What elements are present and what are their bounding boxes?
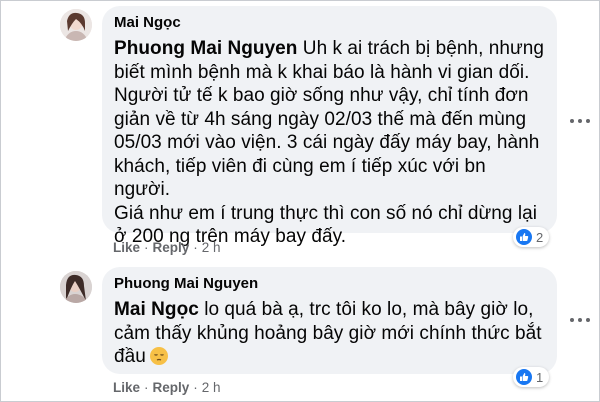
- reaction-summary[interactable]: 1: [513, 367, 550, 387]
- reaction-summary[interactable]: 2: [513, 227, 550, 247]
- separator-dot: ·: [144, 380, 149, 395]
- like-button[interactable]: Like: [113, 380, 140, 395]
- more-options-icon[interactable]: [570, 117, 590, 125]
- comment-author[interactable]: Phuong Mai Nguyen: [114, 275, 545, 293]
- comment-bubble: Mai Ngọc Phuong Mai Nguyen Uh k ai trách…: [102, 6, 557, 247]
- separator-dot: ·: [193, 240, 198, 255]
- reply-button[interactable]: Reply: [153, 380, 190, 395]
- timestamp[interactable]: 2 h: [202, 380, 221, 395]
- separator-dot: ·: [193, 380, 198, 395]
- pensive-face-emoji: [149, 347, 168, 365]
- like-icon: [516, 369, 532, 385]
- avatar-photo: [60, 271, 92, 303]
- avatar[interactable]: [60, 9, 92, 41]
- comment-thread: Mai Ngọc Phuong Mai Nguyen Uh k ai trách…: [0, 0, 600, 402]
- comment-bubble: Phuong Mai Nguyen Mai Ngọc lo quá bà ạ, …: [102, 267, 557, 374]
- more-options-icon[interactable]: [570, 316, 590, 324]
- comment-text: Phuong Mai Nguyen Uh k ai trách bị bệnh,…: [114, 37, 545, 249]
- comment-body: Uh k ai trách bị bệnh, nhưng biết mình b…: [114, 38, 545, 247]
- comment-text: Mai Ngọc lo quá bà ạ, trc tôi ko lo, mà …: [114, 298, 545, 369]
- reply-button[interactable]: Reply: [153, 240, 190, 255]
- comment-actions: Like · Reply · 2 h: [113, 380, 221, 395]
- mention-tag[interactable]: Phuong Mai Nguyen: [114, 38, 297, 59]
- timestamp[interactable]: 2 h: [202, 240, 221, 255]
- avatar[interactable]: [60, 271, 92, 303]
- reaction-count: 2: [536, 229, 544, 245]
- like-button[interactable]: Like: [113, 240, 140, 255]
- separator-dot: ·: [144, 240, 149, 255]
- like-icon: [516, 229, 532, 245]
- avatar-photo: [60, 9, 92, 41]
- reaction-count: 1: [536, 369, 544, 385]
- comment-author[interactable]: Mai Ngọc: [114, 14, 545, 32]
- comment-actions: Like · Reply · 2 h: [113, 240, 221, 255]
- mention-tag[interactable]: Mai Ngọc: [114, 299, 199, 320]
